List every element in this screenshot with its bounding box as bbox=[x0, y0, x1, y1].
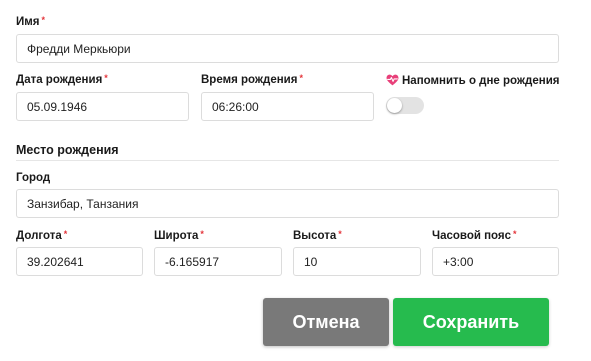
longitude-label: Долгота * bbox=[16, 229, 67, 243]
altitude-label: Высота * bbox=[293, 229, 342, 243]
longitude-input[interactable] bbox=[16, 247, 143, 276]
timezone-label: Часовой пояс * bbox=[432, 229, 517, 243]
latitude-label-text: Широта bbox=[154, 230, 199, 242]
city-input[interactable] bbox=[16, 189, 559, 218]
heart-pulse-icon bbox=[386, 74, 399, 86]
birth-date-label: Дата рождения * bbox=[16, 73, 108, 87]
birthday-reminder-toggle[interactable] bbox=[386, 97, 424, 114]
name-label: Имя * bbox=[16, 15, 45, 29]
required-mark: * bbox=[104, 73, 108, 83]
save-button[interactable]: Сохранить bbox=[393, 298, 549, 346]
timezone-label-text: Часовой пояс bbox=[432, 230, 512, 242]
section-divider bbox=[16, 160, 559, 161]
timezone-input[interactable] bbox=[432, 247, 559, 276]
latitude-input[interactable] bbox=[154, 247, 282, 276]
required-mark: * bbox=[513, 229, 517, 239]
birth-time-input[interactable] bbox=[201, 92, 374, 121]
longitude-label-text: Долгота bbox=[16, 230, 62, 242]
toggle-knob bbox=[387, 98, 402, 113]
cancel-button[interactable]: Отмена bbox=[263, 298, 389, 346]
birth-place-section-title: Место рождения bbox=[16, 143, 119, 157]
altitude-input[interactable] bbox=[293, 247, 421, 276]
name-input[interactable] bbox=[16, 34, 559, 63]
birthday-reminder-label: Напомнить о дне рождения bbox=[402, 75, 560, 87]
required-mark: * bbox=[41, 15, 45, 25]
birth-time-label: Время рождения * bbox=[201, 73, 303, 87]
required-mark: * bbox=[299, 73, 303, 83]
required-mark: * bbox=[338, 229, 342, 239]
required-mark: * bbox=[63, 229, 68, 239]
city-label: Город bbox=[16, 172, 51, 184]
birth-date-label-text: Дата рождения bbox=[16, 74, 103, 86]
latitude-label: Широта * bbox=[154, 229, 204, 243]
birth-time-label-text: Время рождения bbox=[201, 74, 298, 86]
required-mark: * bbox=[200, 229, 204, 239]
altitude-label-text: Высота bbox=[293, 230, 337, 242]
name-label-text: Имя bbox=[16, 16, 40, 28]
birth-date-input[interactable] bbox=[16, 92, 189, 121]
